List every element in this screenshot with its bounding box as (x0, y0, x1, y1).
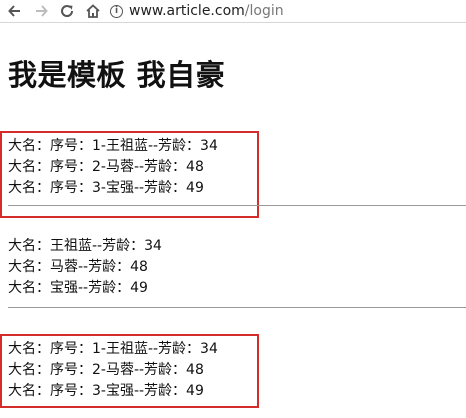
list-item: 大名：序号：3-宝强--芳龄：49 (8, 180, 204, 196)
reload-icon (61, 5, 74, 17)
list-item: 大名：序号：1-王祖蓝--芳龄：34 (8, 138, 218, 154)
list-item: 大名：马蓉--芳龄：48 (8, 259, 148, 275)
list-item: 大名：序号：2-马蓉--芳龄：48 (8, 362, 204, 378)
back-button[interactable] (4, 0, 26, 22)
forward-arrow-icon (36, 5, 48, 17)
list-item: 大名：序号：1-王祖蓝--芳龄：34 (8, 341, 218, 357)
back-arrow-icon (8, 5, 20, 17)
home-button[interactable] (82, 0, 104, 22)
address-bar[interactable]: i www.article.com/login (110, 2, 466, 20)
browser-toolbar: i www.article.com/login (0, 0, 466, 23)
list-item: 大名：序号：3-宝强--芳龄：49 (8, 383, 204, 399)
list-section-1: 大名：序号：1-王祖蓝--芳龄：34 大名：序号：2-马蓉--芳龄：48 大名：… (8, 136, 218, 199)
divider-2 (8, 307, 466, 308)
url-host: www.article.com (129, 3, 245, 19)
page-title: 我是模板 我自豪 (8, 58, 226, 92)
home-icon (86, 4, 100, 18)
info-icon[interactable]: i (110, 4, 123, 18)
url-text[interactable]: www.article.com/login (129, 3, 284, 19)
url-path: /login (244, 3, 284, 19)
list-item: 大名：序号：2-马蓉--芳龄：48 (8, 159, 204, 175)
list-item: 大名：宝强--芳龄：49 (8, 280, 148, 296)
list-item: 大名：王祖蓝--芳龄：34 (8, 238, 162, 254)
list-section-3: 大名：序号：1-王祖蓝--芳龄：34 大名：序号：2-马蓉--芳龄：48 大名：… (8, 339, 218, 402)
list-section-2: 大名：王祖蓝--芳龄：34 大名：马蓉--芳龄：48 大名：宝强--芳龄：49 (8, 236, 162, 299)
divider-1 (8, 205, 466, 206)
reload-button[interactable] (56, 0, 78, 22)
forward-button[interactable] (30, 0, 52, 22)
